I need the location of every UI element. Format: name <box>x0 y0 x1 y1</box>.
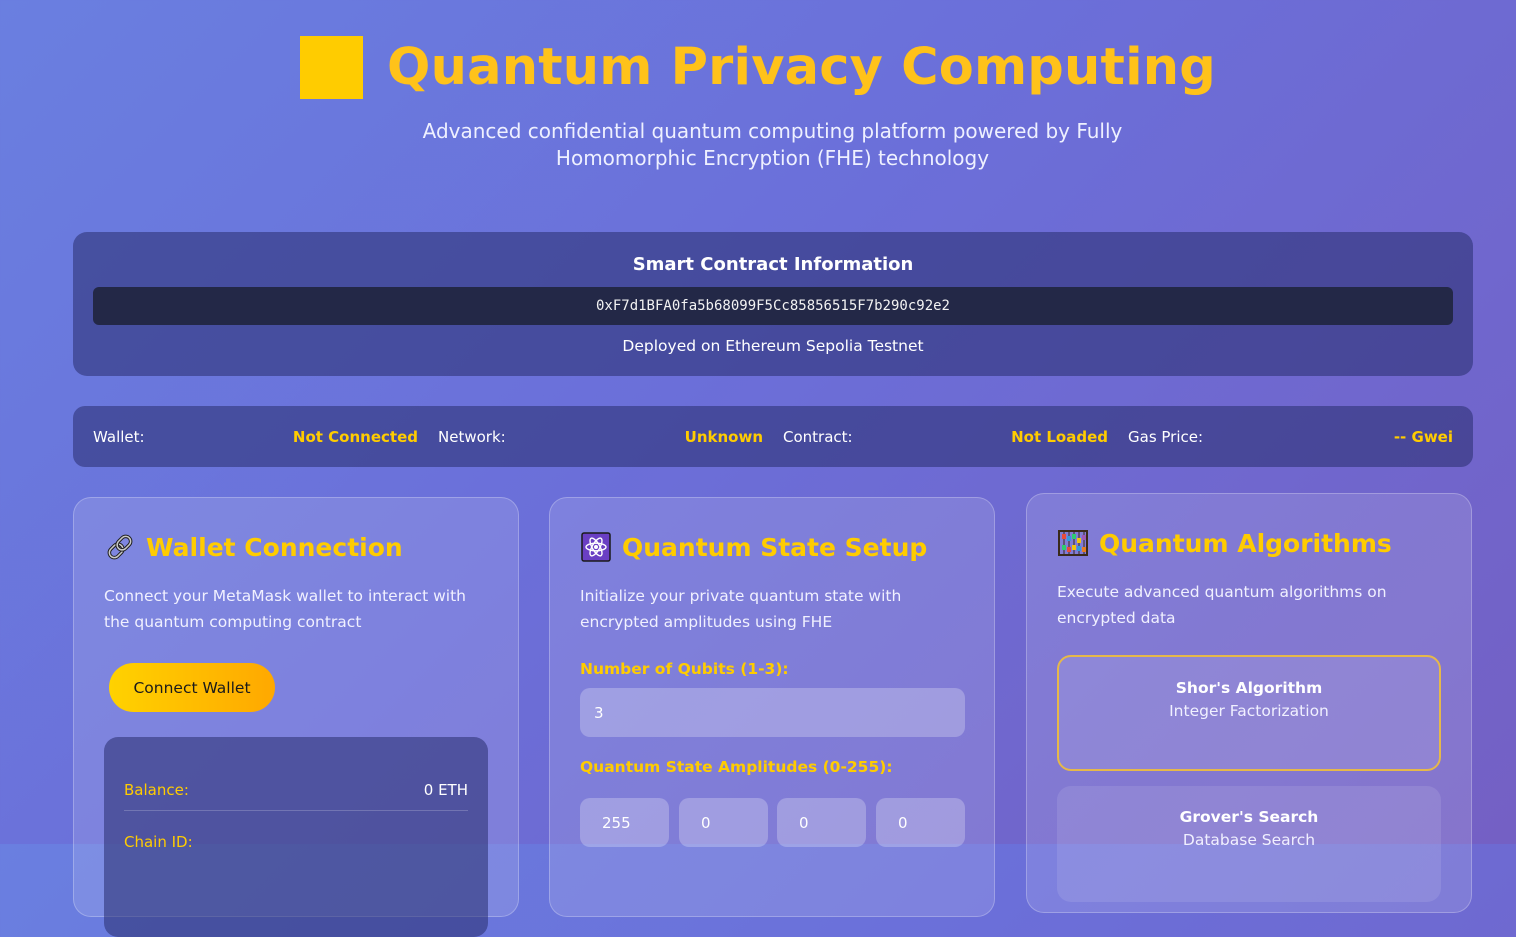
info-divider <box>124 810 468 811</box>
algorithm-name: Grover's Search <box>1179 808 1319 826</box>
connect-wallet-button[interactable]: Connect Wallet <box>109 663 275 712</box>
wallet-card-title-text: Wallet Connection <box>146 532 403 562</box>
balance-label: Balance: <box>124 781 189 799</box>
balance-row: Balance: 0 ETH <box>124 781 468 799</box>
qubits-label: Number of Qubits (1-3): <box>580 660 789 678</box>
atom-icon <box>580 531 612 563</box>
status-wallet: Wallet: Not Connected <box>93 428 438 446</box>
page-title: Quantum Privacy Computing <box>387 38 1216 97</box>
algorithm-grover[interactable]: Grover's Search Database Search <box>1057 786 1441 902</box>
contract-network-note: Deployed on Ethereum Sepolia Testnet <box>622 337 924 355</box>
status-contract: Contract: Not Loaded <box>783 428 1128 446</box>
status-wallet-label: Wallet: <box>93 427 145 446</box>
status-network: Network: Unknown <box>438 428 783 446</box>
quantum-algorithms-card: Quantum Algorithms Execute advanced quan… <box>1026 493 1472 913</box>
algorithms-card-title: Quantum Algorithms <box>1057 527 1392 559</box>
contract-address[interactable]: 0xF7d1BFA0fa5b68099F5Cc85856515F7b290c92… <box>93 287 1453 325</box>
status-gas-label: Gas Price: <box>1128 427 1204 446</box>
amplitudes-label: Quantum State Amplitudes (0-255): <box>580 758 893 776</box>
state-card-title-text: Quantum State Setup <box>622 532 928 562</box>
algorithm-desc: Database Search <box>1182 831 1316 849</box>
chain-id-row: Chain ID: <box>124 833 468 851</box>
quantum-state-card: Quantum State Setup Initialize your priv… <box>549 497 995 917</box>
algorithms-card-description: Execute advanced quantum algorithms on e… <box>1057 583 1387 627</box>
status-contract-label: Contract: <box>783 427 853 446</box>
amplitude-input-0[interactable] <box>580 798 669 847</box>
algorithm-name: Shor's Algorithm <box>1175 679 1323 697</box>
contract-info-title: Smart Contract Information <box>632 254 914 275</box>
abacus-icon <box>1057 527 1089 559</box>
state-card-description: Initialize your private quantum state wi… <box>580 587 902 631</box>
page-subtitle: Advanced confidential quantum computing … <box>422 119 1123 170</box>
status-contract-value: Not Loaded <box>1011 427 1108 446</box>
status-bar: Wallet: Not Connected Network: Unknown C… <box>73 406 1473 467</box>
qubits-input[interactable] <box>580 688 965 737</box>
title-row: Quantum Privacy Computing <box>0 36 1516 99</box>
status-gas-value: -- Gwei <box>1393 427 1453 446</box>
algorithm-desc: Integer Factorization <box>1169 702 1329 720</box>
status-wallet-value: Not Connected <box>292 427 418 446</box>
balance-value: 0 ETH <box>423 781 468 799</box>
link-icon <box>104 531 136 563</box>
status-gas: Gas Price: -- Gwei <box>1128 428 1453 446</box>
amplitude-input-3[interactable] <box>876 798 965 847</box>
state-card-title: Quantum State Setup <box>580 531 927 563</box>
status-network-value: Unknown <box>684 427 763 446</box>
wallet-card-description: Connect your MetaMask wallet to interact… <box>104 587 466 631</box>
wallet-connection-card: Wallet Connection Connect your MetaMask … <box>73 497 519 937</box>
wallet-card-title: Wallet Connection <box>104 531 403 563</box>
wallet-info-panel: Balance: 0 ETH Chain ID: <box>104 737 488 937</box>
chain-id-label: Chain ID: <box>124 833 193 851</box>
algorithm-shor[interactable]: Shor's Algorithm Integer Factorization <box>1057 655 1441 771</box>
algorithms-card-title-text: Quantum Algorithms <box>1099 528 1392 558</box>
logo-square-icon <box>300 36 364 99</box>
status-network-label: Network: <box>438 427 506 446</box>
amplitude-input-1[interactable] <box>679 798 768 847</box>
contract-info-panel: Smart Contract Information 0xF7d1BFA0fa5… <box>73 232 1473 376</box>
amplitude-input-2[interactable] <box>777 798 866 847</box>
